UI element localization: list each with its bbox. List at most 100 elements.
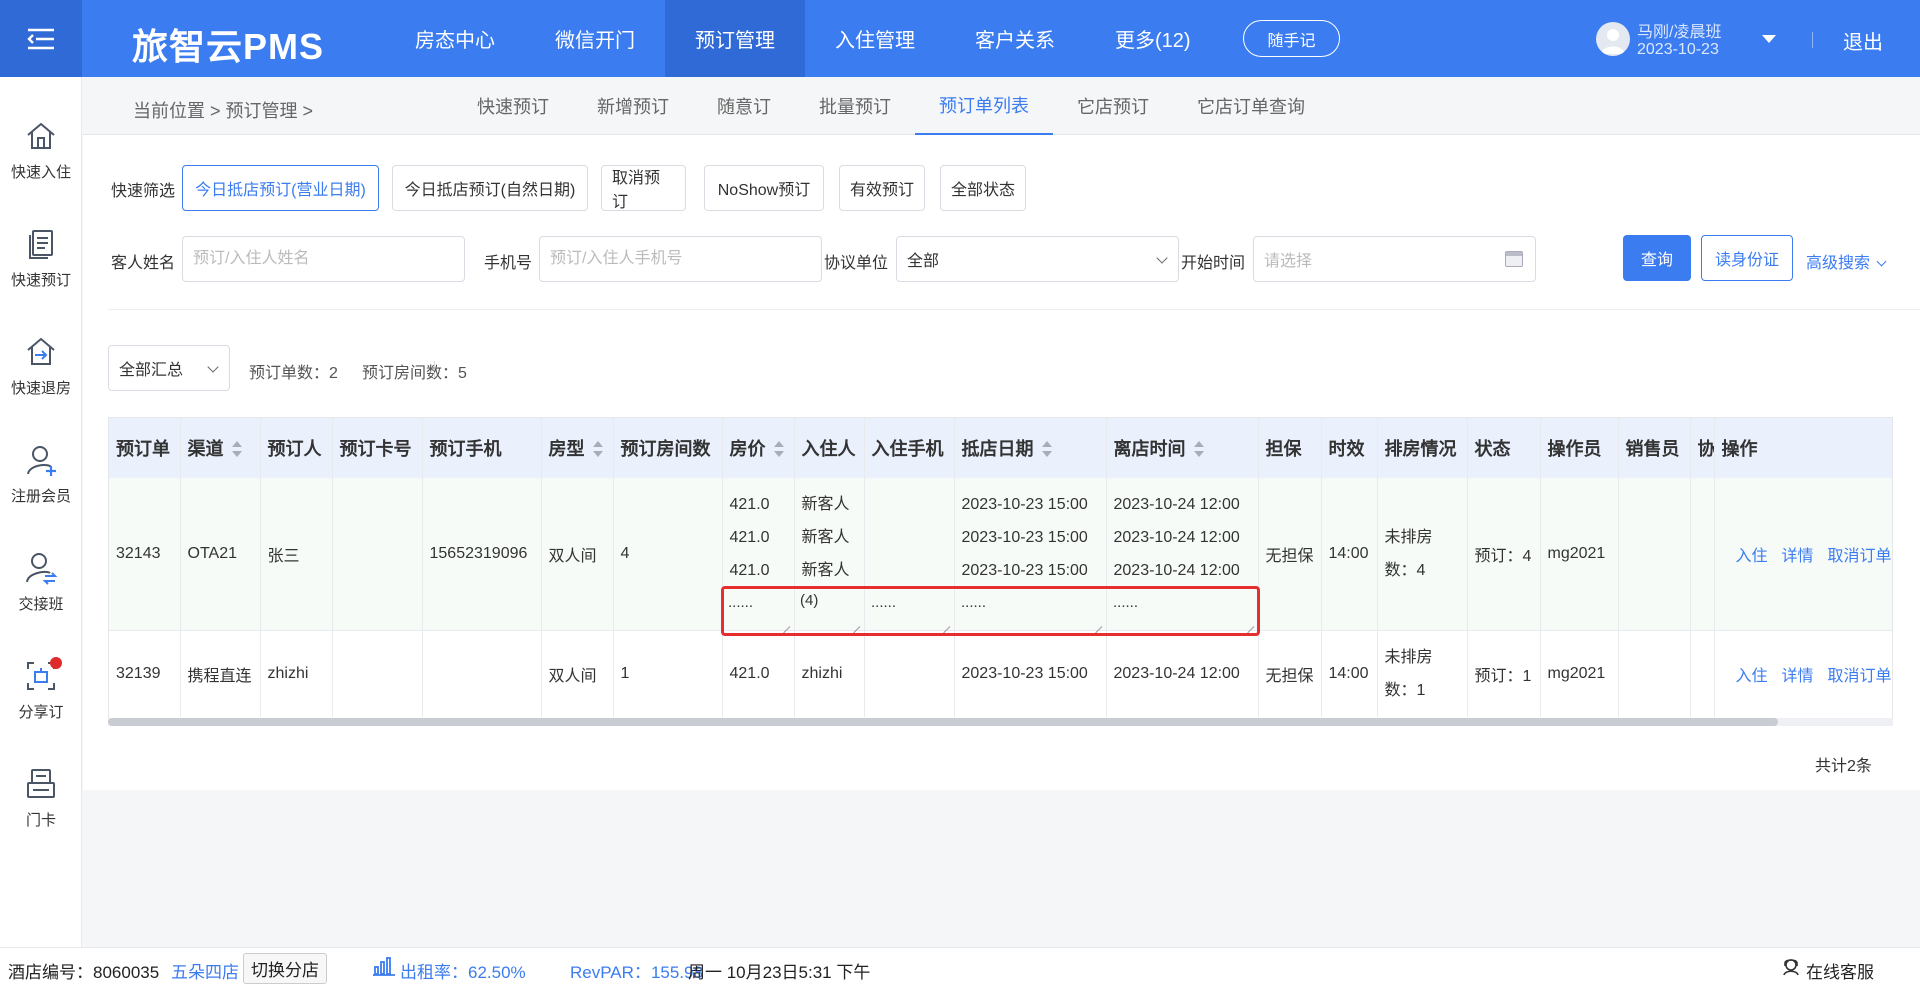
cell-booker: 张三 (260, 478, 333, 631)
cell-operator: mg2021 (1540, 478, 1619, 631)
nav-more[interactable]: 更多(12) (1085, 0, 1221, 77)
unit-select[interactable]: 全部 (896, 236, 1179, 282)
cell-phone (422, 630, 542, 717)
sort-icon[interactable] (1041, 441, 1052, 457)
nav-room-status[interactable]: 房态中心 (385, 0, 525, 77)
table-row[interactable]: 32139 携程直连 zhizhi 双人间 1 421.0 zhizhi 202… (109, 630, 1892, 717)
top-bar: 旅智云PMS 房态中心 微信开门 预订管理 入住管理 客户关系 更多(12) 随… (0, 0, 1920, 77)
nav-checkin[interactable]: 入住管理 (805, 0, 945, 77)
sidebar-item-share-booking[interactable]: 分享订 (0, 657, 82, 749)
col-departure[interactable]: 离店时间 (1106, 418, 1259, 478)
sidebar-item-door-card[interactable]: 门卡 (0, 767, 82, 857)
chevron-down-icon (1876, 256, 1887, 267)
sort-icon[interactable] (773, 441, 784, 457)
sidebar-item-handover[interactable]: 交接班 (0, 551, 82, 641)
tab-casual-booking[interactable]: 随意订 (693, 77, 795, 135)
details-link[interactable]: 详情 (1782, 548, 1814, 565)
checkin-link[interactable]: 入住 (1736, 668, 1768, 685)
revpar: RevPAR：155.98 (570, 963, 703, 982)
tab-new-booking[interactable]: 新增预订 (573, 77, 693, 135)
col-phone: 预订手机 (422, 418, 542, 478)
cell-guest: zhizhi (794, 630, 865, 717)
guest-name-input[interactable] (182, 236, 465, 282)
col-agreement: 协 (1690, 418, 1715, 478)
handover-icon (26, 553, 58, 585)
col-card: 预订卡号 (332, 418, 423, 478)
start-time-placeholder: 请选择 (1264, 253, 1313, 270)
main-panel: 快速筛选 今日抵店预订(营业日期) 今日抵店预订(自然日期) 取消预订 NoSh… (83, 135, 1920, 790)
user-name: 马刚/凌晨班 (1637, 24, 1722, 41)
nav-crm[interactable]: 客户关系 (945, 0, 1085, 77)
sidebar-item-quick-checkout[interactable]: 快速退房 (0, 335, 82, 425)
start-time-picker[interactable]: 请选择 (1253, 236, 1536, 282)
divider (1812, 32, 1813, 48)
sidebar-item-register-member[interactable]: 注册会员 (0, 443, 82, 533)
filter-all-status[interactable]: 全部状态 (940, 165, 1026, 211)
cell-channel: OTA21 (180, 478, 261, 631)
cell-price: 421.0 (722, 630, 795, 717)
chevron-down-icon[interactable] (1762, 35, 1776, 43)
sort-icon[interactable] (592, 441, 603, 457)
online-support-link[interactable]: 在线客服 (1806, 958, 1874, 983)
col-price[interactable]: 房价 (722, 418, 795, 478)
tab-batch-booking[interactable]: 批量预订 (795, 77, 915, 135)
cell-room-type: 双人间 (541, 478, 614, 631)
cell-agreement (1690, 478, 1715, 631)
cell-actions: 入住 详情 取消订单 (1714, 630, 1892, 717)
divider (108, 309, 1920, 310)
cell-order-id: 32143 (109, 478, 181, 631)
filter-noshow[interactable]: NoShow预订 (704, 165, 824, 211)
col-channel[interactable]: 渠道 (180, 418, 261, 478)
query-button[interactable]: 查询 (1623, 235, 1691, 281)
tab-quick-booking[interactable]: 快速预订 (453, 77, 573, 135)
col-room-type[interactable]: 房型 (541, 418, 614, 478)
sidebar-item-label: 注册会员 (10, 488, 71, 505)
read-id-button[interactable]: 读身份证 (1701, 235, 1793, 281)
col-arrival[interactable]: 抵店日期 (954, 418, 1107, 478)
tab-other-store-query[interactable]: 它店订单查询 (1173, 77, 1329, 135)
chevron-down-icon (207, 361, 219, 373)
cell-agreement (1690, 630, 1715, 717)
nav-reservations[interactable]: 预订管理 (665, 0, 805, 77)
switch-store-button[interactable]: 切换分店 (243, 953, 327, 984)
logout-button[interactable]: 退出 (1843, 26, 1883, 55)
tab-other-store-booking[interactable]: 它店预订 (1053, 77, 1173, 135)
cell-departure: 2023-10-24 12:00 (1106, 630, 1259, 717)
occupancy: 出租率：62.50% (400, 963, 526, 982)
hotel-id: 酒店编号：8060035 (8, 963, 160, 982)
filter-cancelled[interactable]: 取消预订 (601, 165, 686, 211)
menu-toggle-icon[interactable] (0, 0, 82, 77)
unit-select-value: 全部 (907, 253, 940, 270)
filter-valid[interactable]: 有效预订 (839, 165, 925, 211)
sort-icon[interactable] (1193, 441, 1204, 457)
checkin-link[interactable]: 入住 (1736, 548, 1768, 565)
col-time-limit: 时效 (1321, 418, 1378, 478)
tab-booking-list[interactable]: 预订单列表 (915, 77, 1053, 135)
cancel-order-link[interactable]: 取消订单 (1828, 668, 1892, 685)
scrollbar-thumb[interactable] (108, 718, 1778, 726)
cancel-order-link[interactable]: 取消订单 (1828, 548, 1892, 565)
filter-today-business[interactable]: 今日抵店预订(营业日期) (182, 165, 379, 211)
cell-status: 预订：4 (1467, 478, 1541, 631)
sort-icon[interactable] (231, 441, 242, 457)
sidebar-item-quick-booking[interactable]: 快速预订 (0, 227, 82, 317)
cell-card (332, 630, 423, 717)
checkout-icon (27, 337, 55, 365)
chevron-down-icon (1156, 252, 1168, 264)
sidebar-item-label: 分享订 (18, 704, 64, 721)
memo-button[interactable]: 随手记 (1243, 20, 1340, 57)
phone-input[interactable] (539, 236, 822, 282)
filter-today-natural[interactable]: 今日抵店预订(自然日期) (392, 165, 588, 211)
cell-room-type: 双人间 (541, 630, 614, 717)
summary-select[interactable]: 全部汇总 (108, 345, 230, 391)
home-icon (27, 122, 55, 149)
nav-wechat-door[interactable]: 微信开门 (525, 0, 665, 77)
avatar[interactable] (1596, 22, 1630, 56)
advanced-search-link[interactable]: 高级搜索 (1806, 249, 1887, 273)
hotel-name[interactable]: 五朵四店 (171, 958, 239, 983)
horizontal-scrollbar[interactable] (108, 718, 1893, 726)
sidebar-item-quick-checkin[interactable]: 快速入住 (0, 119, 82, 209)
bar-chart-icon (373, 957, 395, 976)
details-link[interactable]: 详情 (1782, 668, 1814, 685)
col-room-assign: 排房情况 (1377, 418, 1468, 478)
